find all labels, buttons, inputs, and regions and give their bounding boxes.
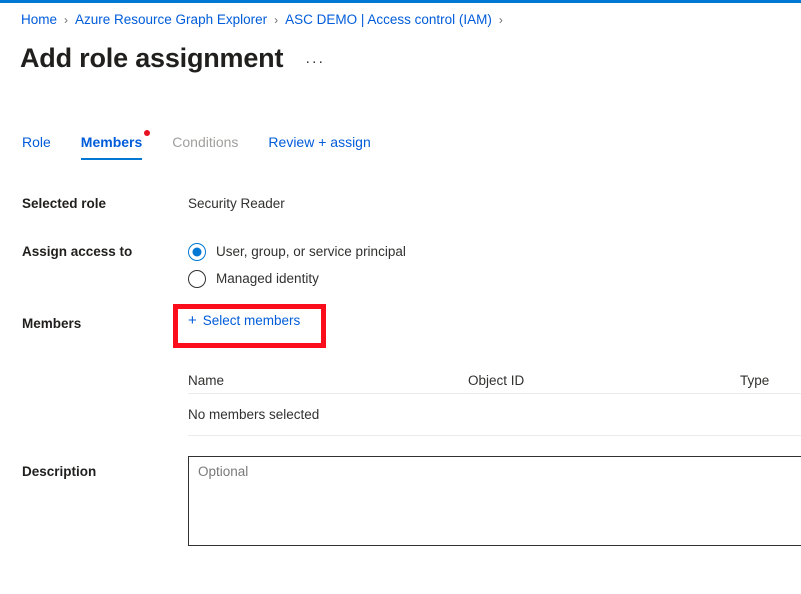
tab-role[interactable]: Role <box>22 133 51 160</box>
breadcrumb-item-asc-demo-access-control[interactable]: ASC DEMO | Access control (IAM) <box>285 11 492 29</box>
plus-icon: + <box>188 312 197 329</box>
column-header-name: Name <box>188 373 225 388</box>
tab-review-assign-label: Review + assign <box>268 134 371 150</box>
required-dot-icon <box>144 130 151 136</box>
breadcrumb: Home › Azure Resource Graph Explorer › A… <box>21 11 510 29</box>
members-empty-message: No members selected <box>188 407 320 422</box>
tab-role-label: Role <box>22 134 51 150</box>
breadcrumb-separator-icon: › <box>274 13 279 27</box>
breadcrumb-item-azure-resource-graph-explorer[interactable]: Azure Resource Graph Explorer <box>75 11 267 29</box>
description-input[interactable] <box>188 456 801 546</box>
selected-role-value: Security Reader <box>188 196 285 211</box>
tab-conditions: Conditions <box>172 133 238 160</box>
assign-access-to-label: Assign access to <box>22 244 133 259</box>
radio-managed-identity[interactable]: Managed identity <box>188 270 406 288</box>
breadcrumb-separator-icon: › <box>498 13 503 27</box>
ellipsis-icon[interactable]: ··· <box>305 54 325 69</box>
radio-user-group-service-principal-label: User, group, or service principal <box>216 244 406 259</box>
column-header-type: Type <box>740 373 770 388</box>
tab-conditions-label: Conditions <box>172 134 239 150</box>
members-label: Members <box>22 316 82 331</box>
description-label: Description <box>22 464 97 479</box>
members-table-header: Name Object ID Type <box>188 368 801 394</box>
tab-members-label: Members <box>80 134 143 150</box>
wizard-tabs: Role Members Conditions Review + assign <box>22 130 401 160</box>
select-members-button-label: Select members <box>202 313 301 328</box>
assign-access-to-radio-group: User, group, or service principal Manage… <box>188 243 406 297</box>
tab-members[interactable]: Members <box>80 130 151 160</box>
radio-managed-identity-label: Managed identity <box>216 271 319 286</box>
radio-checked-icon <box>188 243 206 261</box>
column-header-object-id: Object ID <box>468 373 525 388</box>
top-accent-bar <box>0 0 801 3</box>
radio-user-group-service-principal[interactable]: User, group, or service principal <box>188 243 406 261</box>
breadcrumb-item-home[interactable]: Home <box>21 11 57 29</box>
radio-unchecked-icon <box>188 270 206 288</box>
select-members-button[interactable]: + Select members <box>188 313 300 328</box>
members-table-empty-row: No members selected <box>188 394 801 436</box>
add-role-assignment-page: Home › Azure Resource Graph Explorer › A… <box>0 0 801 594</box>
members-table: Name Object ID Type No members selected <box>188 368 801 436</box>
page-title: Add role assignment <box>20 43 284 73</box>
selected-role-label: Selected role <box>22 196 107 211</box>
tab-review-assign[interactable]: Review + assign <box>268 133 370 160</box>
breadcrumb-separator-icon: › <box>64 13 69 27</box>
page-header: Add role assignment ··· <box>20 42 325 74</box>
